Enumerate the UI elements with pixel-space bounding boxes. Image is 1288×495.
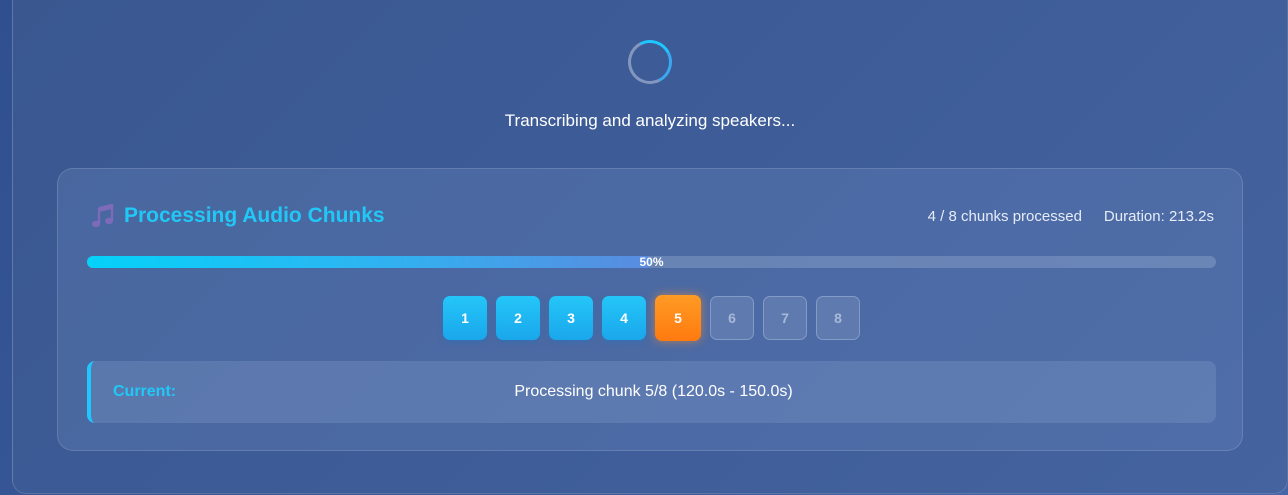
progress-bar: 50%: [87, 255, 1216, 269]
chunks-processed-count: 4 / 8 chunks processed: [927, 208, 1082, 225]
chunk-progress-card: Processing Audio Chunks 4 / 8 chunks pro…: [57, 168, 1243, 451]
current-chunk-status: Processing chunk 5/8 (120.0s - 150.0s): [514, 383, 793, 400]
chunk-indicator-5: 5: [655, 295, 701, 341]
card-title: Processing Audio Chunks: [124, 204, 385, 227]
music-note-icon: [92, 203, 114, 228]
chunk-indicator-2: 2: [496, 296, 540, 340]
progress-percent-label: 50%: [639, 255, 664, 269]
chunk-indicator-7: 7: [763, 296, 807, 340]
card-header: Processing Audio Chunks: [90, 203, 385, 229]
current-chunk-panel: Current: Processing chunk 5/8 (120.0s - …: [87, 361, 1216, 423]
chunk-indicator-3: 3: [549, 296, 593, 340]
progress-bar-fill: [87, 256, 652, 268]
status-message: Transcribing and analyzing speakers...: [504, 111, 796, 130]
chunk-indicator-6: 6: [710, 296, 754, 340]
chunk-indicator-1: 1: [443, 296, 487, 340]
chunk-indicator-8: 8: [816, 296, 860, 340]
progress-meta: 4 / 8 chunks processed Duration: 213.2s: [928, 208, 1214, 225]
chunk-indicators: 12345678: [443, 295, 860, 341]
audio-duration: Duration: 213.2s: [1103, 208, 1214, 225]
chunk-indicator-4: 4: [602, 296, 646, 340]
